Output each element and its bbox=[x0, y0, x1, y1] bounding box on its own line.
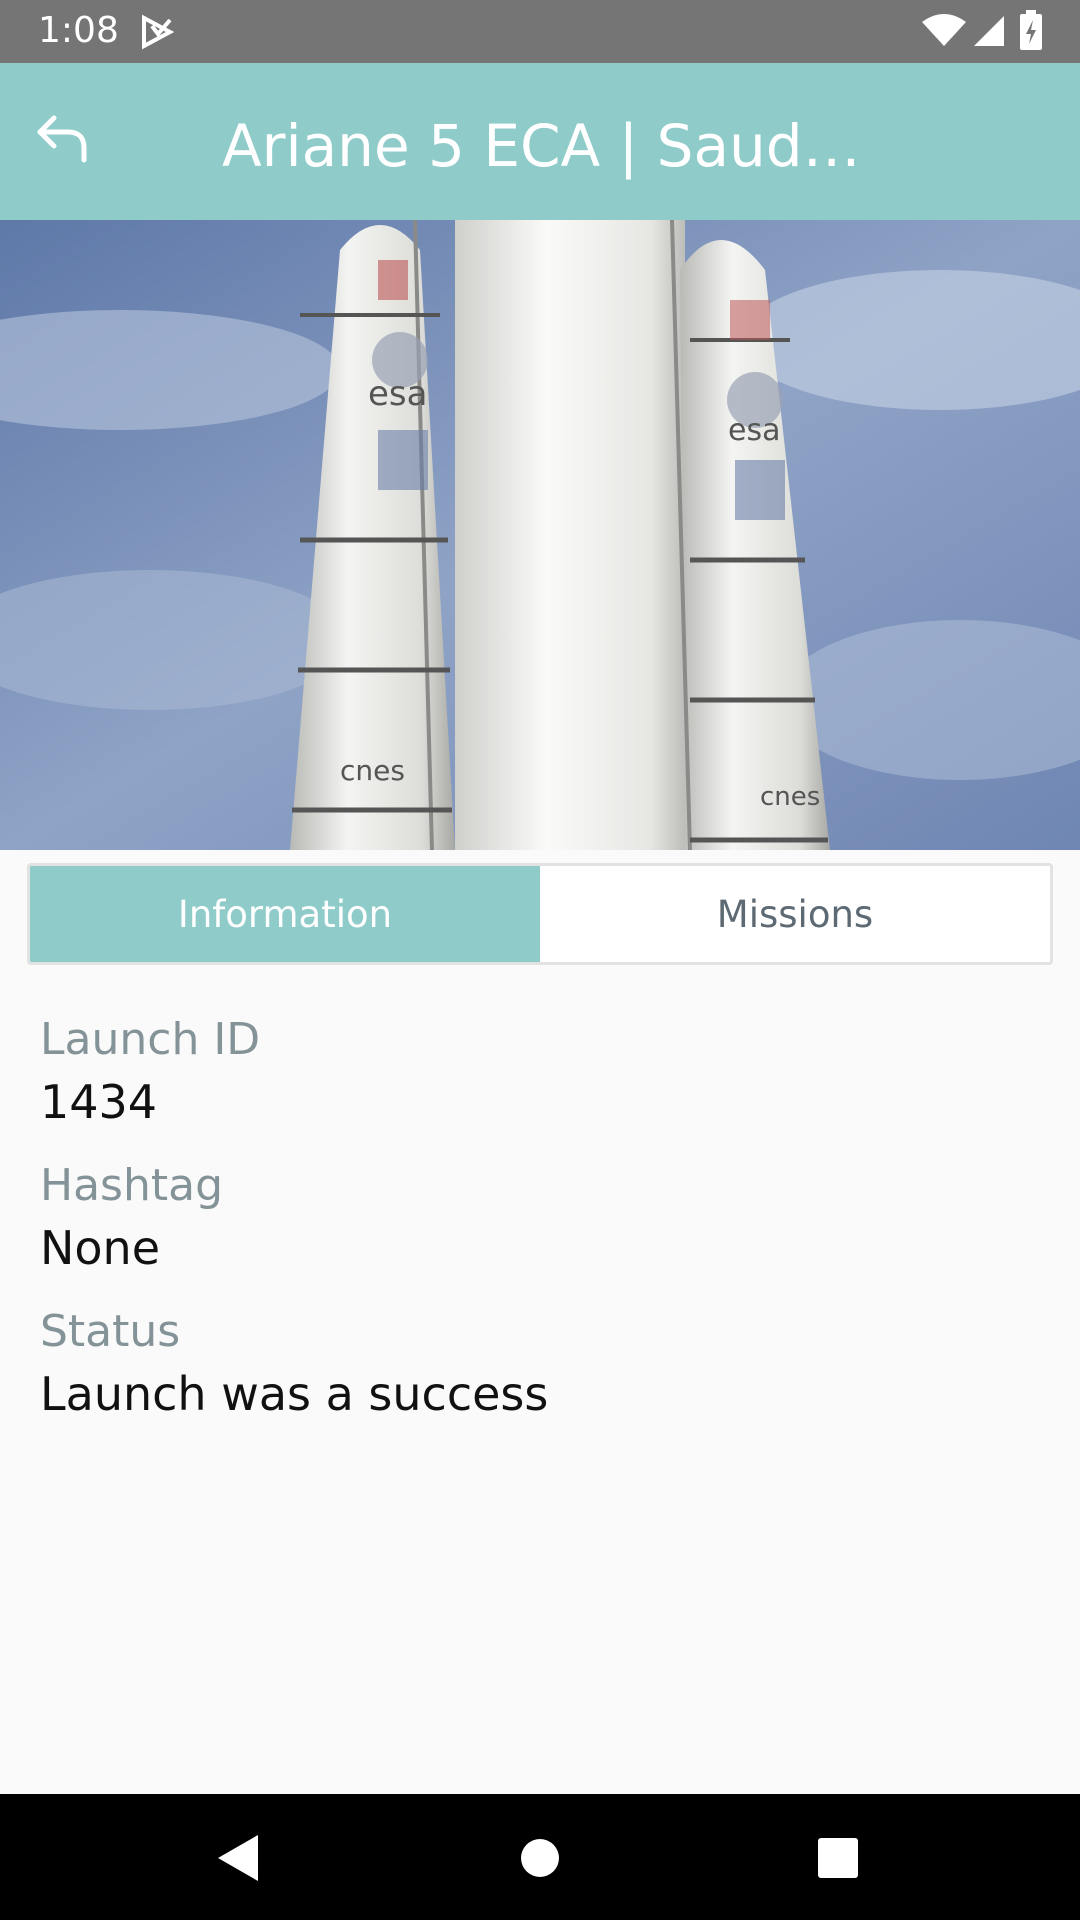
launch-id-field: Launch ID 1434 bbox=[40, 1010, 1040, 1134]
page-title: Ariane 5 ECA | Saudi… bbox=[222, 112, 872, 180]
navigation-bar bbox=[0, 1794, 1080, 1920]
status-time: 1:08 bbox=[38, 10, 119, 51]
back-button[interactable] bbox=[14, 93, 110, 189]
field-label: Status bbox=[40, 1306, 181, 1357]
field-value: None bbox=[40, 1221, 161, 1275]
signal-icon bbox=[972, 14, 1006, 52]
field-label: Hashtag bbox=[40, 1160, 224, 1211]
tab-information[interactable]: Information bbox=[30, 866, 540, 962]
status-bar: 1:08 bbox=[0, 0, 1080, 63]
svg-text:cnes: cnes bbox=[760, 782, 820, 812]
nav-home-button[interactable] bbox=[500, 1820, 580, 1900]
screen: 1:08 Ariane 5 ECA | Saudi… esa cnes esa … bbox=[0, 0, 1080, 1920]
tab-bar: Information Missions bbox=[27, 863, 1053, 965]
battery-icon bbox=[1020, 10, 1042, 54]
wifi-icon bbox=[922, 14, 966, 52]
field-value: Launch was a success bbox=[40, 1367, 549, 1421]
notification-icon bbox=[140, 14, 176, 54]
field-value: 1434 bbox=[40, 1075, 158, 1129]
hero-image: esa cnes esa cnes bbox=[0, 220, 1080, 850]
nav-back-button[interactable] bbox=[198, 1820, 278, 1900]
svg-text:esa: esa bbox=[728, 413, 780, 448]
field-label: Launch ID bbox=[40, 1014, 261, 1065]
app-bar: Ariane 5 ECA | Saudi… bbox=[0, 63, 1080, 220]
recents-square-icon bbox=[817, 1837, 859, 1883]
svg-text:cnes: cnes bbox=[340, 754, 405, 787]
back-arrow-icon bbox=[34, 114, 90, 168]
back-triangle-icon bbox=[216, 1833, 260, 1887]
hashtag-field: Hashtag None bbox=[40, 1156, 1040, 1280]
status-field: Status Launch was a success bbox=[40, 1302, 1040, 1426]
rocket-photo: esa cnes esa cnes bbox=[0, 220, 1080, 850]
home-circle-icon bbox=[520, 1838, 560, 1882]
svg-text:esa: esa bbox=[368, 374, 427, 414]
info-fields: Launch ID 1434 Hashtag None Status Launc… bbox=[40, 1010, 1040, 1448]
tab-missions[interactable]: Missions bbox=[540, 866, 1050, 962]
nav-recents-button[interactable] bbox=[798, 1820, 878, 1900]
